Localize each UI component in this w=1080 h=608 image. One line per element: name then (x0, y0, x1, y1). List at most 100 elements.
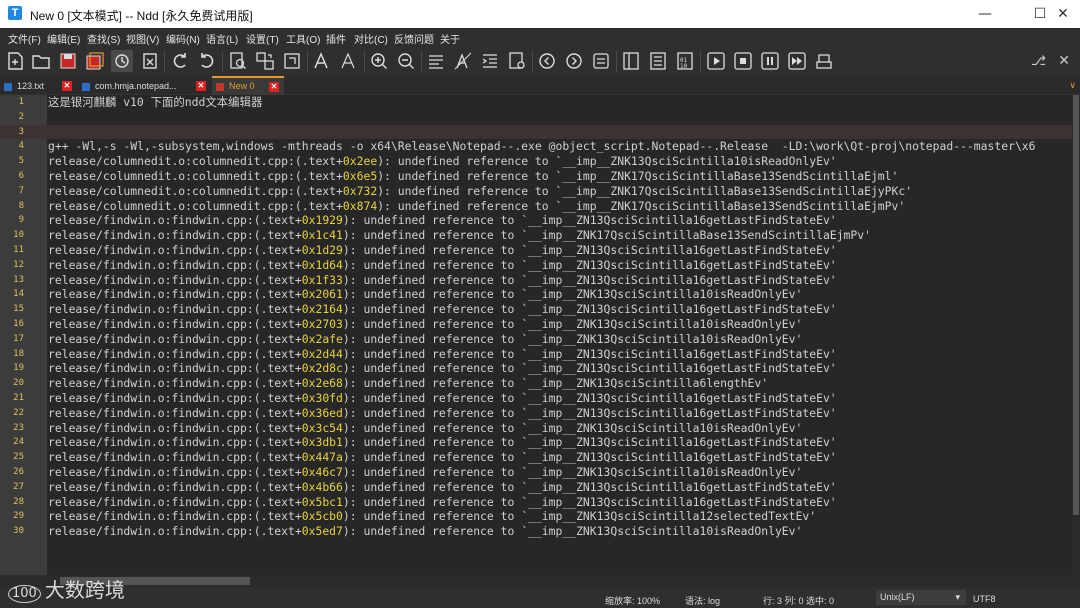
undo-icon[interactable] (169, 50, 191, 72)
editor-line[interactable]: 23 release/findwin.o:findwin.cpp:(.text+0… (0, 421, 1072, 436)
redo-icon[interactable] (196, 50, 218, 72)
hex-offset: 0x2061 (301, 287, 343, 302)
menu-encoding[interactable]: 编码(N) (166, 31, 200, 46)
open-file-icon[interactable] (30, 50, 52, 72)
doc-icon[interactable] (590, 50, 612, 72)
menu-tools[interactable]: 工具(O) (286, 31, 320, 46)
close-button[interactable]: ✕ (1046, 0, 1080, 28)
tab-close-icon[interactable]: ✕ (196, 81, 206, 91)
menu-view[interactable]: 视图(V) (126, 31, 159, 46)
editor-line[interactable]: 4 g++ -Wl,-s -Wl,-subsystem,windows -mthr… (0, 139, 1072, 154)
menu-settings[interactable]: 设置(T) (246, 31, 279, 46)
editor-line[interactable]: 5 release/columnedit.o:columnedit.cpp:(.t… (0, 154, 1072, 169)
toolbar: 01 10 ⎇ ✕ (0, 46, 1080, 78)
editor-line[interactable]: 9 release/findwin.o:findwin.cpp:(.text+0x… (0, 213, 1072, 228)
editor-line[interactable]: 25 release/findwin.o:findwin.cpp:(.text+0… (0, 450, 1072, 465)
editor-line[interactable]: 21 release/findwin.o:findwin.cpp:(.text+0… (0, 391, 1072, 406)
stop-icon[interactable] (732, 50, 754, 72)
save-icon[interactable] (57, 50, 79, 72)
tab-close-icon[interactable]: ✕ (269, 82, 279, 92)
editor-line[interactable]: 1 这是银河麒麟 v10 下面的ndd文本编辑器 (0, 95, 1072, 110)
line-number: 27 (13, 481, 24, 492)
minimize-button[interactable]: — (968, 0, 1002, 28)
next-icon[interactable] (563, 50, 585, 72)
menu-compare[interactable]: 对比(C) (354, 31, 388, 46)
menu-file[interactable]: 文件(F) (8, 31, 41, 46)
macro-icon[interactable] (813, 50, 835, 72)
editor-line[interactable]: 29 release/findwin.o:findwin.cpp:(.text+0… (0, 509, 1072, 524)
zoom-out-icon[interactable] (395, 50, 417, 72)
tab-label: New 0 (229, 81, 255, 91)
compare-icon[interactable] (620, 50, 642, 72)
binary-icon[interactable]: 01 10 (674, 50, 696, 72)
eol-select[interactable]: Unix(LF) ▾ (876, 590, 966, 605)
editor-line[interactable]: 3 (0, 124, 1072, 140)
editor-line[interactable]: 18 release/findwin.o:findwin.cpp:(.text+0… (0, 347, 1072, 362)
hex-offset: 0x30fd (301, 391, 343, 405)
editor-line[interactable]: 26 release/findwin.o:findwin.cpp:(.text+0… (0, 465, 1072, 480)
line-text: release/findwin.o:findwin.cpp:(.text+0x5… (48, 524, 1070, 539)
hex-offset: 0x36ed (301, 405, 343, 420)
line-text: release/findwin.o:findwin.cpp:(.text+0x3… (48, 406, 1070, 421)
tab-com-hmja-notepad[interactable]: com.hmja.notepad... ✕ (78, 78, 212, 94)
font-a-icon[interactable] (338, 50, 360, 72)
tab-close-icon[interactable]: ✕ (62, 81, 72, 91)
editor-line[interactable]: 14 release/findwin.o:findwin.cpp:(.text+0… (0, 287, 1072, 302)
column-edit-icon[interactable] (281, 50, 303, 72)
toolbar-close-icon[interactable]: ✕ (1058, 53, 1070, 69)
tab-overflow-icon[interactable]: ∨ (1069, 81, 1076, 91)
editor-line[interactable]: 6 release/columnedit.o:columnedit.cpp:(.t… (0, 169, 1072, 184)
line-text: release/findwin.o:findwin.cpp:(.text+0x1… (48, 258, 1070, 273)
editor-line[interactable]: 30 release/findwin.o:findwin.cpp:(.text+0… (0, 524, 1072, 539)
cursor-position-status: 行: 3 列: 0 选中: 0 (763, 596, 835, 606)
list-icon[interactable] (647, 50, 669, 72)
pin-icon[interactable]: ⎇ (1031, 54, 1046, 69)
editor-line[interactable]: 10 release/findwin.o:findwin.cpp:(.text+0… (0, 228, 1072, 243)
text-editor[interactable]: 1 这是银河麒麟 v10 下面的ndd文本编辑器 2 3 4 g++ -Wl,-s -Wl… (0, 95, 1072, 575)
close-all-icon[interactable] (139, 50, 161, 72)
menu-search[interactable]: 查找(S) (87, 31, 120, 46)
editor-line[interactable]: 24 release/findwin.o:findwin.cpp:(.text+0… (0, 435, 1072, 450)
horizontal-scrollbar[interactable] (0, 575, 1080, 587)
tab-new-0[interactable]: New 0 ✕ (212, 76, 284, 96)
editor-line[interactable]: 13 release/findwin.o:findwin.cpp:(.text+0… (0, 273, 1072, 288)
pause-icon[interactable] (759, 50, 781, 72)
format-icon[interactable] (452, 50, 474, 72)
vertical-scrollbar[interactable] (1072, 95, 1080, 575)
bold-a-icon[interactable] (311, 50, 333, 72)
prev-icon[interactable] (536, 50, 558, 72)
replace-icon[interactable] (254, 50, 276, 72)
tab-123-txt[interactable]: 123.txt ✕ (0, 78, 78, 94)
vertical-scroll-thumb[interactable] (1073, 95, 1079, 515)
editor-line[interactable]: 22 release/findwin.o:findwin.cpp:(.text+0… (0, 406, 1072, 421)
new-file-icon[interactable] (4, 50, 26, 72)
editor-line[interactable]: 17 release/findwin.o:findwin.cpp:(.text+0… (0, 332, 1072, 347)
play-icon[interactable] (705, 50, 727, 72)
wrap-icon[interactable] (425, 50, 447, 72)
editor-line[interactable]: 2 (0, 110, 1072, 125)
editor-line[interactable]: 7 release/columnedit.o:columnedit.cpp:(.t… (0, 184, 1072, 199)
editor-line[interactable]: 16 release/findwin.o:findwin.cpp:(.text+0… (0, 317, 1072, 332)
close-file-icon[interactable] (111, 50, 133, 72)
menu-feedback[interactable]: 反馈问题 (394, 31, 434, 46)
find-icon[interactable] (227, 50, 249, 72)
line-text-prefix: release/columnedit.o:columnedit.cpp:(.te… (48, 198, 343, 213)
editor-line[interactable]: 27 release/findwin.o:findwin.cpp:(.text+0… (0, 480, 1072, 495)
menu-plugins[interactable]: 插件 (326, 31, 346, 46)
zoom-in-icon[interactable] (368, 50, 390, 72)
fast-forward-icon[interactable] (786, 50, 808, 72)
indent-icon[interactable] (479, 50, 501, 72)
save-all-icon[interactable] (84, 50, 106, 72)
editor-line[interactable]: 28 release/findwin.o:findwin.cpp:(.text+0… (0, 495, 1072, 510)
editor-line[interactable]: 12 release/findwin.o:findwin.cpp:(.text+0… (0, 258, 1072, 273)
preview-icon[interactable] (506, 50, 528, 72)
toolbar-separator (421, 52, 422, 72)
editor-line[interactable]: 20 release/findwin.o:findwin.cpp:(.text+0… (0, 376, 1072, 391)
editor-line[interactable]: 15 release/findwin.o:findwin.cpp:(.text+0… (0, 302, 1072, 317)
editor-line[interactable]: 8 release/columnedit.o:columnedit.cpp:(.t… (0, 199, 1072, 214)
menu-edit[interactable]: 编辑(E) (47, 31, 80, 46)
menu-language[interactable]: 语言(L) (206, 31, 238, 46)
menu-about[interactable]: 关于 (440, 31, 460, 46)
editor-line[interactable]: 11 release/findwin.o:findwin.cpp:(.text+0… (0, 243, 1072, 258)
editor-line[interactable]: 19 release/findwin.o:findwin.cpp:(.text+0… (0, 361, 1072, 376)
